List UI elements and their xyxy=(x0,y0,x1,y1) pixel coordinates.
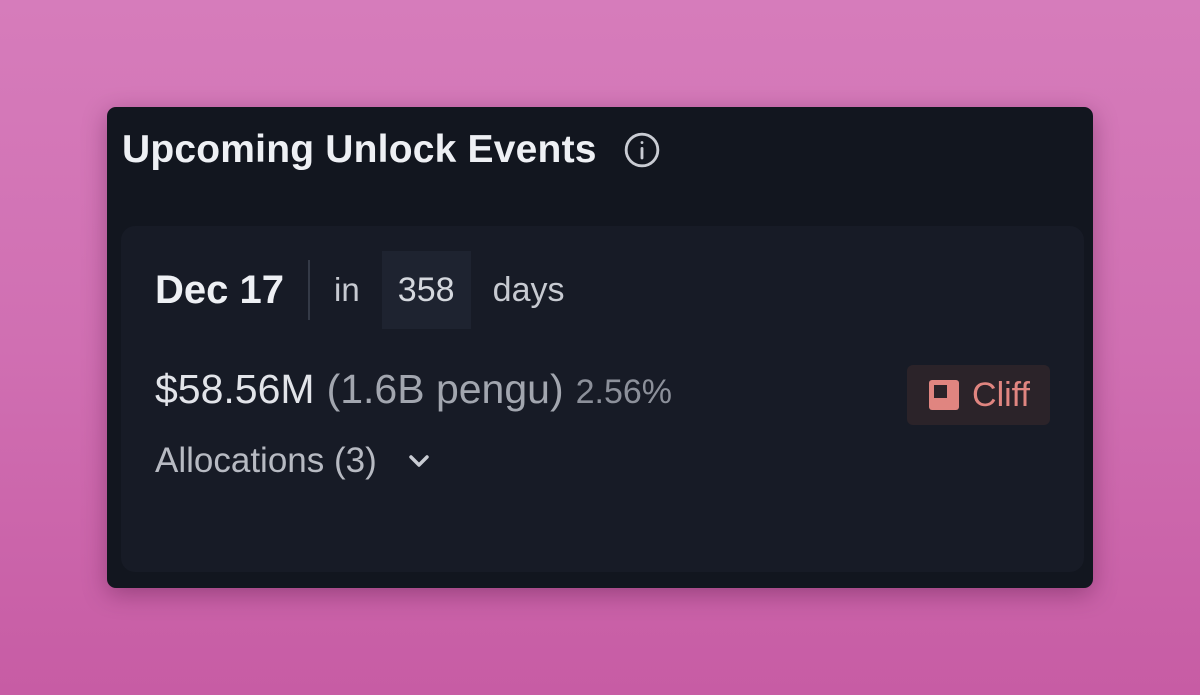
allocations-toggle[interactable]: Allocations (3) xyxy=(155,436,435,486)
unlock-amount-usd: $58.56M xyxy=(155,366,315,412)
unlock-amount-tokens: (1.6B pengu) xyxy=(326,366,564,412)
days-remaining-value: 358 xyxy=(381,251,471,329)
cliff-badge: Cliff xyxy=(907,365,1050,425)
date-divider xyxy=(307,260,310,320)
allocations-label: Allocations (3) xyxy=(155,441,377,480)
days-label: days xyxy=(492,270,565,309)
unlock-amount-row: $58.56M (1.6B pengu) 2.56% xyxy=(155,366,672,426)
event-date: Dec 17 xyxy=(155,267,284,312)
unlock-percent: 2.56% xyxy=(575,373,673,411)
card-header: Upcoming Unlock Events xyxy=(122,128,661,172)
card-title: Upcoming Unlock Events xyxy=(122,128,597,171)
unlock-event-item: Dec 17 in 358 days $58.56M (1.6B pengu) … xyxy=(121,226,1084,572)
cliff-icon xyxy=(927,378,961,412)
cliff-badge-label: Cliff xyxy=(972,375,1030,414)
event-date-row: Dec 17 in 358 days xyxy=(155,251,565,329)
chevron-down-icon xyxy=(403,445,435,477)
in-label: in xyxy=(333,271,360,308)
upcoming-unlock-events-card: Upcoming Unlock Events Dec 17 in 358 day… xyxy=(107,107,1093,588)
info-icon[interactable] xyxy=(623,131,661,169)
